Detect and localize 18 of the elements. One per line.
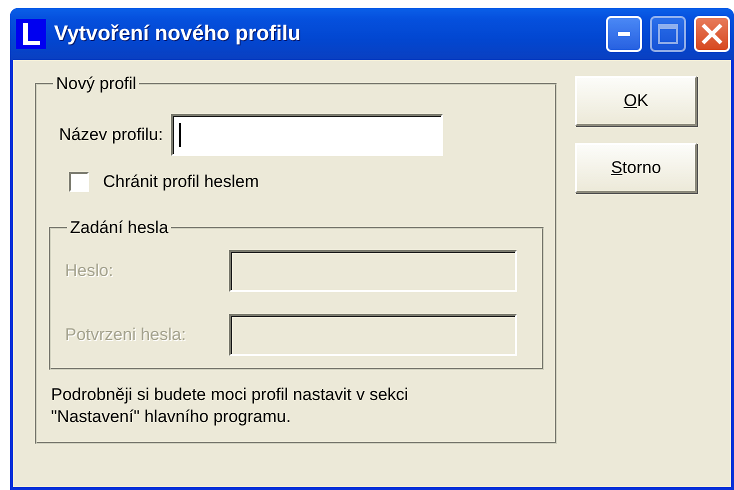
field-label: Název profilu: [59, 125, 163, 145]
minimize-icon [618, 32, 630, 36]
close-button[interactable] [694, 16, 730, 52]
checkbox[interactable] [69, 172, 89, 192]
app-logo-icon [16, 19, 46, 49]
info-text: Podrobněji si budete moci profil nastavit v sekci "Nastavení" hlavního programu. [51, 384, 410, 428]
group-title: Nový profil [55, 74, 138, 94]
cancel-button[interactable]: Storno [575, 143, 697, 193]
maximize-icon [658, 24, 678, 44]
window-title: Vytvoření nového profilu [54, 22, 302, 46]
checkbox-label: Chránit profil heslem [103, 172, 259, 192]
ok-button[interactable]: OK [575, 76, 697, 126]
field-label: Potvrzeni hesla: [65, 325, 187, 345]
profile-name-field[interactable] [170, 114, 443, 156]
field-label: Heslo: [65, 261, 114, 281]
close-icon [701, 23, 723, 45]
group-title: Zadání hesla [69, 218, 170, 238]
minimize-button[interactable] [606, 16, 642, 52]
